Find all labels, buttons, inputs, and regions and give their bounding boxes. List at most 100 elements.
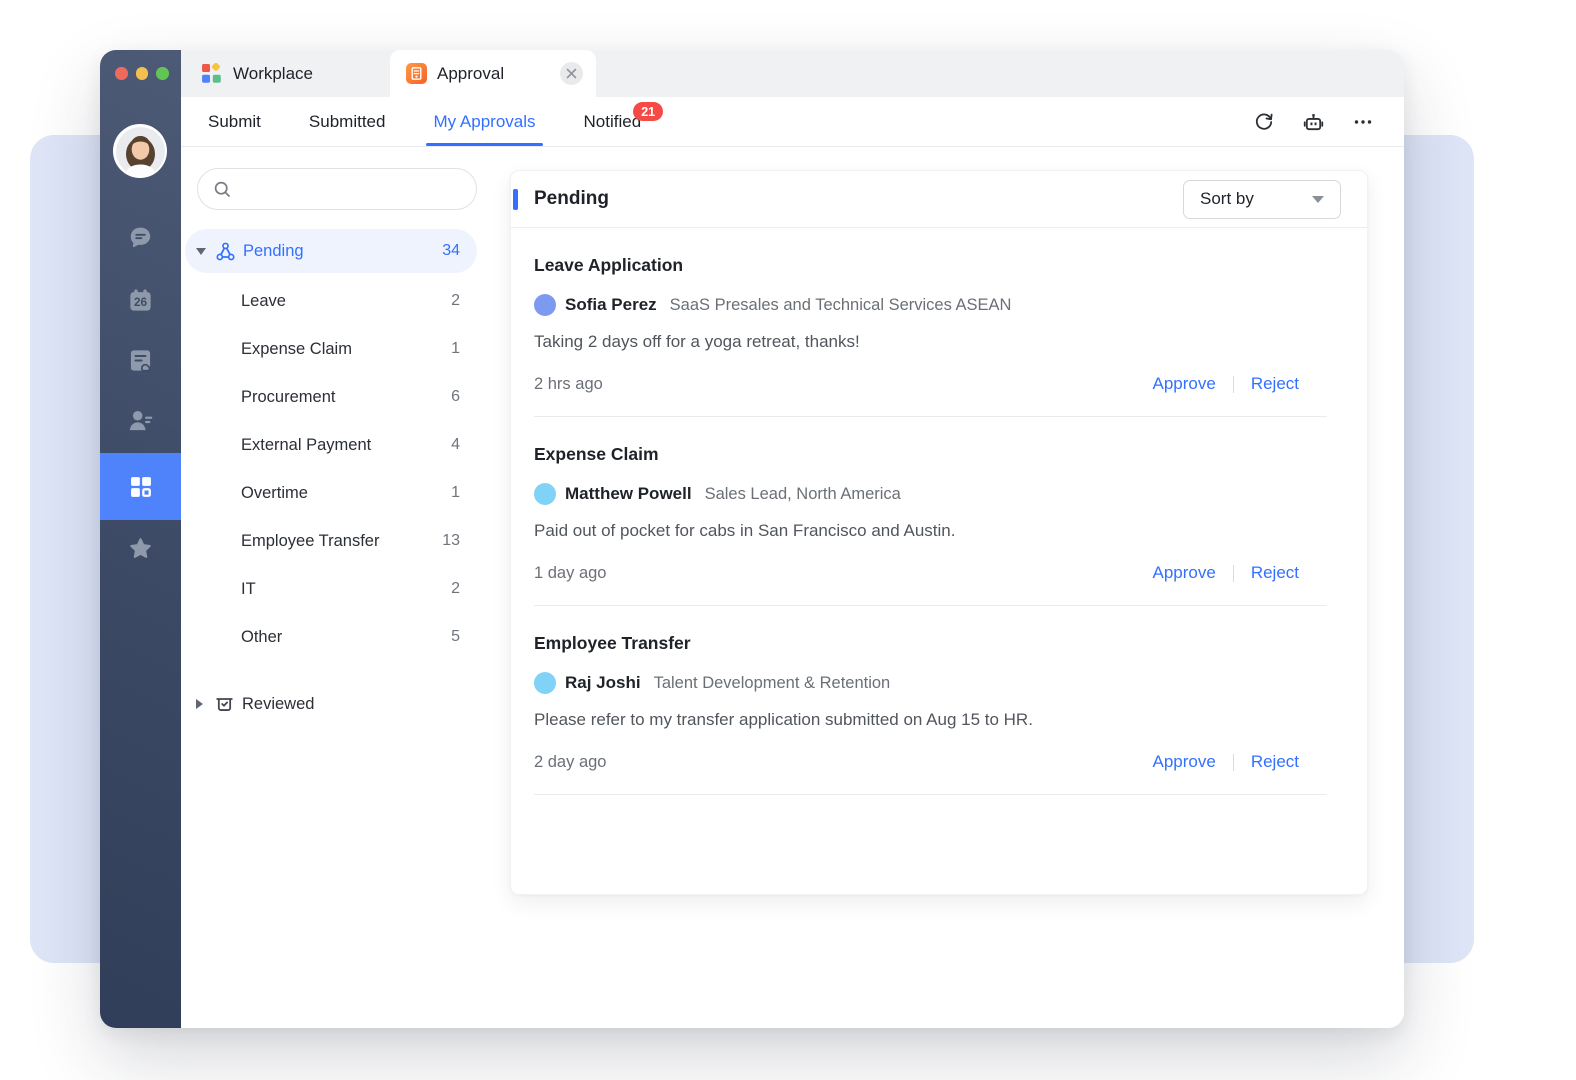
folder-category[interactable]: Expense Claim 1 [185,325,477,373]
pending-workflow-icon [215,241,236,262]
card-actions: Approve Reject [1152,563,1299,583]
svg-text:26: 26 [134,295,148,309]
search-input[interactable] [241,169,476,209]
requester-avatar [534,483,556,505]
sidebar-favorites-icon[interactable] [100,535,181,562]
tab-close-button[interactable] [560,62,583,85]
category-label: IT [241,580,256,599]
pending-panel: Pending Sort by Leave Application Sofia … [510,170,1368,895]
subnav-submitted[interactable]: Submitted [309,97,386,146]
action-divider [1233,376,1234,393]
approval-card[interactable]: Employee Transfer Raj Joshi Talent Devel… [534,606,1327,795]
main-area: Pending Sort by Leave Application Sofia … [496,147,1404,1028]
card-actions: Approve Reject [1152,752,1299,772]
window-controls [115,67,169,80]
approval-app-icon [406,63,427,84]
category-count: 5 [451,628,477,646]
category-label: Expense Claim [241,340,352,359]
category-count: 2 [451,292,477,310]
category-count: 1 [451,484,477,502]
approve-button[interactable]: Approve [1152,563,1215,583]
request-description: Paid out of pocket for cabs in San Franc… [534,519,1327,543]
requester-avatar [534,672,556,694]
card-person-row: Matthew Powell Sales Lead, North America [534,483,1327,505]
category-count: 13 [442,532,477,550]
traffic-light-zoom[interactable] [156,67,169,80]
requester-avatar [534,294,556,316]
folder-category[interactable]: Employee Transfer 13 [185,517,477,565]
requester-name: Matthew Powell [565,484,692,504]
folder-category[interactable]: External Payment 4 [185,421,477,469]
approval-subnav: Submit Submitted My Approvals Notified 2… [181,97,1404,147]
refresh-icon[interactable] [1253,111,1275,133]
traffic-light-minimize[interactable] [136,67,149,80]
chevron-down-icon [1312,196,1324,203]
folder-pending[interactable]: Pending 34 [185,229,477,273]
approval-card[interactable]: Leave Application Sofia Perez SaaS Presa… [534,228,1327,417]
category-label: External Payment [241,436,371,455]
request-description: Taking 2 days off for a yoga retreat, th… [534,330,1327,354]
notified-count-badge: 21 [633,102,663,121]
folder-category[interactable]: IT 2 [185,565,477,613]
category-count: 2 [451,580,477,598]
card-type-title: Leave Application [534,253,1327,277]
request-timestamp: 1 day ago [534,564,606,583]
approval-card-list: Leave Application Sofia Perez SaaS Presa… [511,228,1367,795]
workplace-grid-icon [127,473,155,501]
folder-category[interactable]: Leave 2 [185,277,477,325]
requester-department: SaaS Presales and Technical Services ASE… [670,296,1012,315]
action-divider [1233,754,1234,771]
reject-button[interactable]: Reject [1251,563,1299,583]
expand-caret-icon[interactable] [196,699,203,709]
card-footer: 2 hrs ago Approve Reject [534,374,1327,394]
more-options-icon[interactable] [1352,111,1374,133]
app-sidebar: 26 [100,50,181,1028]
assistant-bot-icon[interactable] [1302,111,1325,134]
traffic-light-close[interactable] [115,67,128,80]
tab-approval[interactable]: Approval [390,50,596,97]
requester-name: Raj Joshi [565,673,641,693]
folder-category[interactable]: Procurement 6 [185,373,477,421]
subnav-my-approvals[interactable]: My Approvals [433,97,535,146]
close-icon [566,68,577,79]
reject-button[interactable]: Reject [1251,752,1299,772]
approval-card[interactable]: Expense Claim Matthew Powell Sales Lead,… [534,417,1327,606]
app-tab-strip: Workplace Approval [181,50,1404,97]
folders-panel: Pending 34 Leave 2 Expense Claim 1 Procu… [181,147,496,1028]
sort-by-dropdown[interactable]: Sort by [1183,180,1341,219]
category-label: Overtime [241,484,308,503]
approve-button[interactable]: Approve [1152,752,1215,772]
sidebar-docs-icon[interactable] [100,347,181,374]
card-type-title: Expense Claim [534,442,1327,466]
tab-workplace[interactable]: Workplace [181,50,390,97]
content-area: Pending 34 Leave 2 Expense Claim 1 Procu… [181,147,1404,1028]
subnav-notified[interactable]: Notified 21 [584,97,642,146]
reject-button[interactable]: Reject [1251,374,1299,394]
search-box[interactable] [197,168,477,210]
approve-button[interactable]: Approve [1152,374,1215,394]
tab-approval-label: Approval [437,64,504,84]
sidebar-messenger-icon[interactable] [100,224,181,251]
requester-department: Sales Lead, North America [705,485,901,504]
subnav-submit[interactable]: Submit [208,97,261,146]
card-footer: 2 day ago Approve Reject [534,752,1327,772]
user-avatar[interactable] [113,124,167,178]
folder-pending-count: 34 [442,242,477,260]
sidebar-workplace-item[interactable] [100,453,181,520]
folder-category[interactable]: Other 5 [185,613,477,661]
folder-list: Pending 34 Leave 2 Expense Claim 1 Procu… [185,229,477,728]
card-actions: Approve Reject [1152,374,1299,394]
card-person-row: Sofia Perez SaaS Presales and Technical … [534,294,1327,316]
action-divider [1233,565,1234,582]
collapse-caret-icon[interactable] [196,248,206,255]
accent-bar [513,189,518,210]
folder-reviewed[interactable]: Reviewed [185,680,477,728]
tab-workplace-label: Workplace [233,64,313,84]
sidebar-contacts-icon[interactable] [100,407,181,434]
sidebar-calendar-icon[interactable]: 26 [100,287,181,314]
reviewed-archive-icon [214,694,235,715]
folder-category[interactable]: Overtime 1 [185,469,477,517]
category-label: Leave [241,292,286,311]
card-person-row: Raj Joshi Talent Development & Retention [534,672,1327,694]
card-footer: 1 day ago Approve Reject [534,563,1327,583]
